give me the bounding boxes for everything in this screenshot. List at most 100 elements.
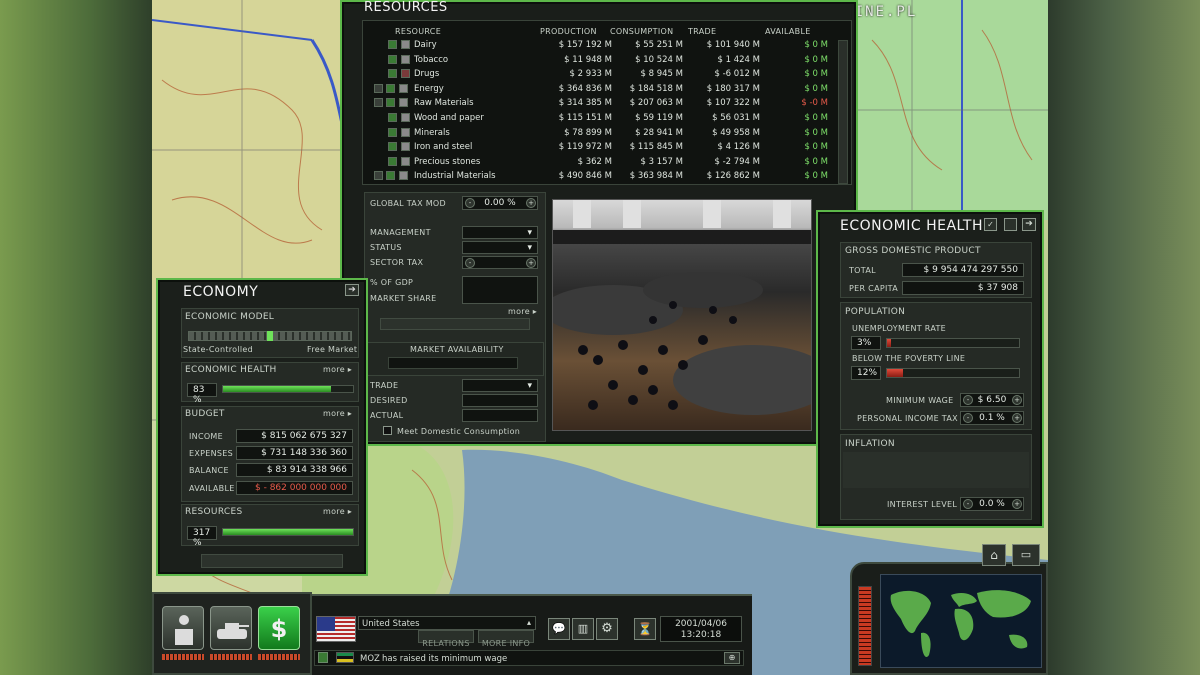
left-backdrop [0, 0, 152, 675]
income-tax-label: PERSONAL INCOME TAX [857, 414, 958, 423]
news-text: has raised its minimum wage [382, 654, 508, 664]
inflation-label: INFLATION [845, 439, 895, 449]
global-tax-mod-label: GLOBAL TAX MOD [370, 199, 446, 208]
meet-domestic-checkbox[interactable] [383, 426, 392, 435]
resource-row[interactable]: Industrial Materials $ 490 846 M $ 363 984… [370, 169, 832, 184]
settings-button[interactable]: ⚙ [596, 618, 618, 640]
military-meter [210, 654, 252, 660]
interest-plus[interactable]: + [1012, 499, 1022, 509]
market-share-label: MARKET SHARE [370, 294, 437, 303]
resource-name: Drugs [414, 69, 440, 80]
status-icon [388, 113, 397, 122]
health-close-button[interactable]: ➔ [1022, 218, 1036, 231]
military-button[interactable] [210, 606, 252, 650]
management-select[interactable]: ▾ [462, 226, 538, 239]
us-flag-icon [316, 616, 356, 642]
management-icon [401, 156, 410, 166]
model-left-label: State-Controlled [183, 345, 254, 354]
politics-button[interactable] [162, 606, 204, 650]
resource-row[interactable]: Precious stones $ 362 M $ 3 157 M $ -2 794 … [370, 155, 832, 170]
management-icon [399, 83, 408, 93]
resource-production: $ 78 899 M [564, 127, 612, 138]
tax-minus-button[interactable]: - [465, 198, 475, 208]
economic-health-label: ECONOMIC HEALTH [185, 365, 277, 375]
graph-button[interactable]: ▥ [572, 618, 594, 640]
resource-row[interactable]: Tobacco $ 11 948 M $ 10 524 M $ 1 424 M $ 0 … [370, 53, 832, 68]
health-more-link[interactable]: more ▸ [323, 365, 352, 374]
economic-model-handle[interactable] [267, 331, 273, 341]
country-name: United States [362, 619, 420, 629]
pause-button[interactable]: ⏳ [634, 618, 656, 640]
resource-consumption: $ 10 524 M [635, 54, 683, 65]
expand-icon[interactable] [374, 171, 383, 181]
sector-tax-plus[interactable]: + [526, 258, 536, 268]
date-display: 2001/04/06 13:20:18 [660, 616, 742, 642]
trade-select[interactable]: ▾ [462, 379, 538, 392]
col-trade: TRADE [688, 27, 717, 36]
resource-available: $ 0 M [804, 40, 828, 50]
resource-trade: $ -2 794 M [714, 156, 760, 167]
management-icon [399, 171, 408, 181]
chat-icon: 💬 [552, 622, 566, 635]
chat-button[interactable]: 💬 [548, 618, 570, 640]
health-check-button[interactable]: ✓ [984, 218, 997, 231]
resource-consumption: $ 207 063 M [629, 98, 683, 109]
unemployment-bar [886, 338, 1020, 348]
interest-minus[interactable]: - [963, 499, 973, 509]
home-button[interactable]: ⌂ [982, 544, 1006, 566]
desired-field[interactable] [462, 394, 538, 407]
meet-domestic-label: Meet Domestic Consumption [397, 427, 521, 436]
economy-button[interactable]: $ [258, 606, 300, 650]
resource-name: Dairy [414, 40, 437, 50]
resource-consumption: $ 55 251 M [635, 40, 683, 50]
income-tax-plus[interactable]: + [1012, 413, 1022, 423]
minimap[interactable] [880, 574, 1042, 668]
status-select[interactable]: ▾ [462, 241, 538, 254]
expand-icon[interactable] [374, 83, 383, 93]
model-right-label: Free Market [307, 345, 358, 354]
management-icon [399, 98, 408, 108]
resource-row[interactable]: Minerals $ 78 899 M $ 28 941 M $ 49 958 M $ … [370, 126, 832, 141]
balance-label: BALANCE [189, 466, 229, 475]
expand-icon[interactable] [374, 98, 383, 108]
resource-row[interactable]: Drugs $ 2 933 M $ 8 945 M $ -6 012 M $ 0 M [370, 67, 832, 82]
resource-row[interactable]: Raw Materials $ 314 385 M $ 207 063 M $ 107… [370, 96, 832, 111]
sector-tax-label: SECTOR TAX [370, 258, 424, 267]
resources-scrollbar[interactable] [838, 40, 848, 184]
resource-row[interactable]: Energy $ 364 836 M $ 184 518 M $ 180 317 M $… [370, 82, 832, 97]
status-icon [388, 156, 397, 166]
gdp-per-capita-label: PER CAPITA [849, 284, 898, 293]
sector-tax-minus[interactable]: - [465, 258, 475, 268]
resource-production: $ 119 972 M [558, 142, 612, 153]
health-toggle-button[interactable] [1004, 218, 1017, 231]
resource-row[interactable]: Dairy $ 157 192 M $ 55 251 M $ 101 940 M $ 0… [370, 38, 832, 53]
disabled-button[interactable] [380, 318, 530, 330]
resource-available: $ 0 M [804, 69, 828, 80]
economy-close-button[interactable]: ➔ [345, 284, 359, 296]
more-info-button[interactable]: MORE INFO [478, 630, 534, 648]
income-tax-minus[interactable]: - [963, 413, 973, 423]
min-wage-plus[interactable]: + [1012, 395, 1022, 405]
economic-model-label: ECONOMIC MODEL [185, 312, 275, 322]
col-production: PRODUCTION [540, 27, 597, 36]
status-icon [388, 142, 397, 152]
resource-consumption: $ 3 157 M [640, 156, 683, 167]
resource-row[interactable]: Iron and steel $ 119 972 M $ 115 845 M $ 4 … [370, 140, 832, 155]
country-select[interactable]: United States ▴ [358, 616, 536, 630]
budget-more-link[interactable]: more ▸ [323, 409, 352, 418]
economic-health-title: ECONOMIC HEALTH [840, 218, 983, 234]
resource-row[interactable]: Wood and paper $ 115 151 M $ 59 119 M $ 56 … [370, 111, 832, 126]
min-wage-minus[interactable]: - [963, 395, 973, 405]
actual-field [462, 409, 538, 422]
news-expand-icon[interactable] [318, 652, 328, 663]
news-options-button[interactable]: ⊕ [724, 652, 740, 664]
resource-production: $ 157 192 M [558, 40, 612, 50]
resource-production: $ 11 948 M [564, 54, 612, 65]
economy-disabled-button[interactable] [201, 554, 343, 568]
camera-button[interactable]: ▭ [1012, 544, 1040, 566]
resources-more-link[interactable]: more ▸ [508, 307, 537, 316]
resources-more-link-econ[interactable]: more ▸ [323, 507, 352, 516]
status-icon [388, 127, 397, 137]
relations-button[interactable]: RELATIONS [418, 630, 474, 648]
tax-plus-button[interactable]: + [526, 198, 536, 208]
